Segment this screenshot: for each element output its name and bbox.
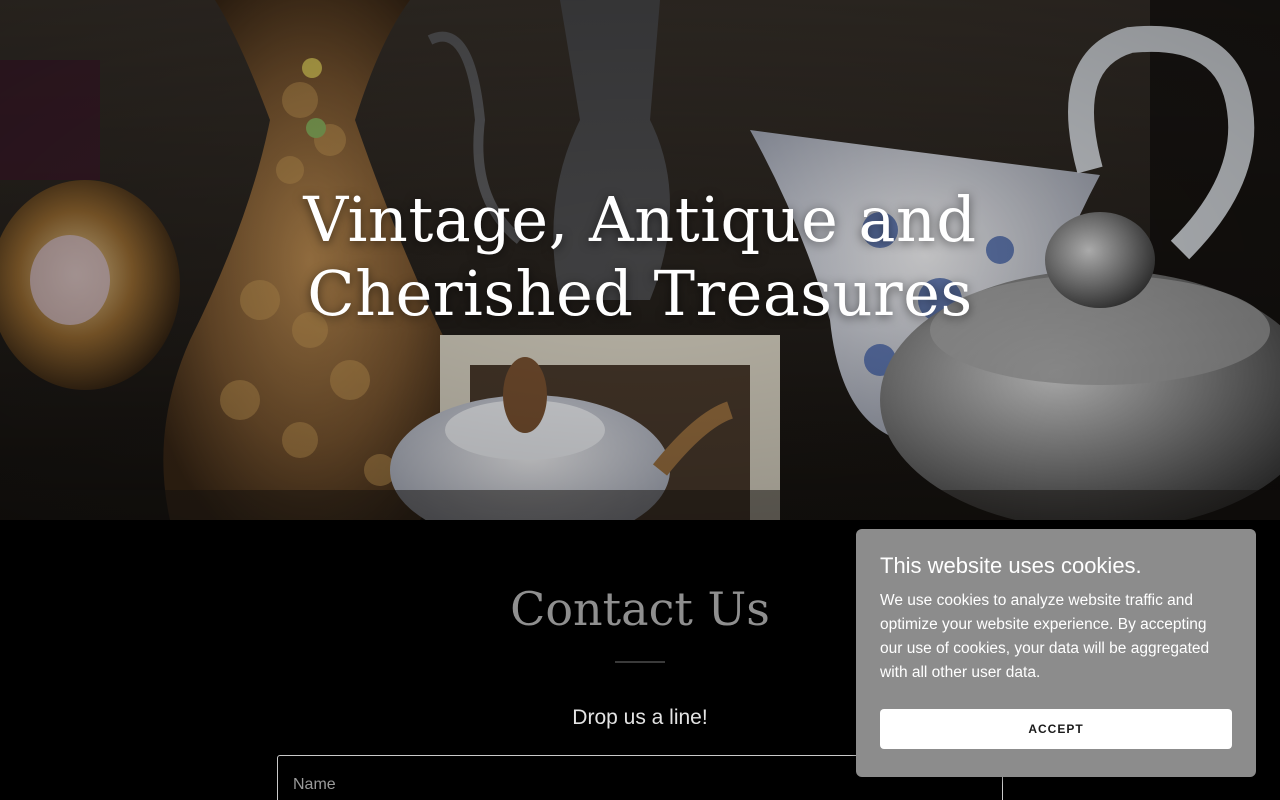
cookie-banner: This website uses cookies. We use cookie… [856, 529, 1256, 777]
hero-section: Vintage, Antique and Cherished Treasures [0, 0, 1280, 520]
accept-cookies-button[interactable]: ACCEPT [880, 709, 1232, 749]
hero-title-line-2: Cherished Treasures [307, 257, 973, 330]
section-divider [615, 661, 665, 663]
cookie-banner-text: We use cookies to analyze website traffi… [880, 592, 1210, 681]
cookie-banner-title: This website uses cookies. [880, 553, 1142, 578]
hero-title-line-1: Vintage, Antique and [303, 183, 977, 256]
hero-title: Vintage, Antique and Cherished Treasures [0, 183, 1280, 331]
